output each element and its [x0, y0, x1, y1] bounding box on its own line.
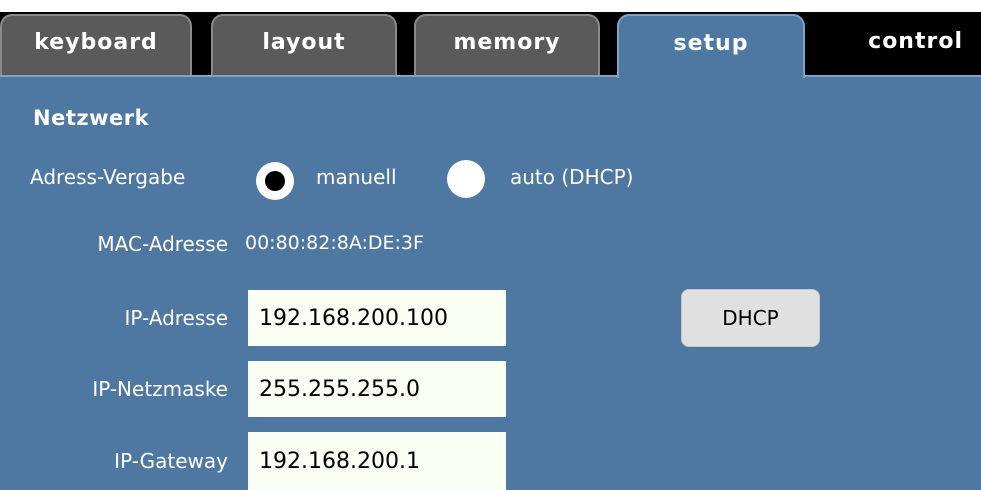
netmask-input[interactable]	[248, 361, 506, 417]
tab-label: memory	[453, 30, 561, 55]
tab-keyboard[interactable]: keyboard	[0, 14, 192, 77]
radio-auto-dhcp[interactable]	[447, 160, 485, 198]
radio-manual-label: manuell	[316, 165, 397, 189]
dhcp-button-label: DHCP	[722, 306, 779, 330]
tab-memory[interactable]: memory	[414, 14, 600, 77]
panel-divider	[0, 75, 981, 77]
netmask-label: IP-Netzmaske	[92, 377, 228, 401]
mac-label: MAC-Adresse	[97, 232, 228, 256]
tab-control[interactable]: control	[805, 14, 981, 77]
gateway-input[interactable]	[248, 432, 506, 490]
dhcp-button[interactable]: DHCP	[681, 289, 820, 347]
radio-selected-dot	[265, 171, 285, 191]
tab-label: setup	[673, 30, 749, 56]
gateway-label: IP-Gateway	[114, 449, 228, 473]
mac-value: 00:80:82:8A:DE:3F	[245, 232, 424, 254]
tab-label: control	[868, 29, 963, 54]
tab-label: keyboard	[34, 30, 158, 55]
address-mode-label: Adress-Vergabe	[30, 165, 186, 189]
settings-panel	[0, 75, 981, 490]
radio-auto-dhcp-label: auto (DHCP)	[510, 165, 634, 189]
tab-setup[interactable]: setup	[617, 14, 805, 78]
section-title: Netzwerk	[33, 106, 150, 130]
setup-screen: keyboard layout memory control setup Net…	[0, 0, 981, 490]
ip-address-label: IP-Adresse	[124, 306, 228, 330]
ip-address-input[interactable]	[248, 290, 506, 346]
tab-layout[interactable]: layout	[211, 14, 397, 77]
tab-label: layout	[262, 30, 346, 55]
radio-manual[interactable]	[256, 162, 294, 200]
